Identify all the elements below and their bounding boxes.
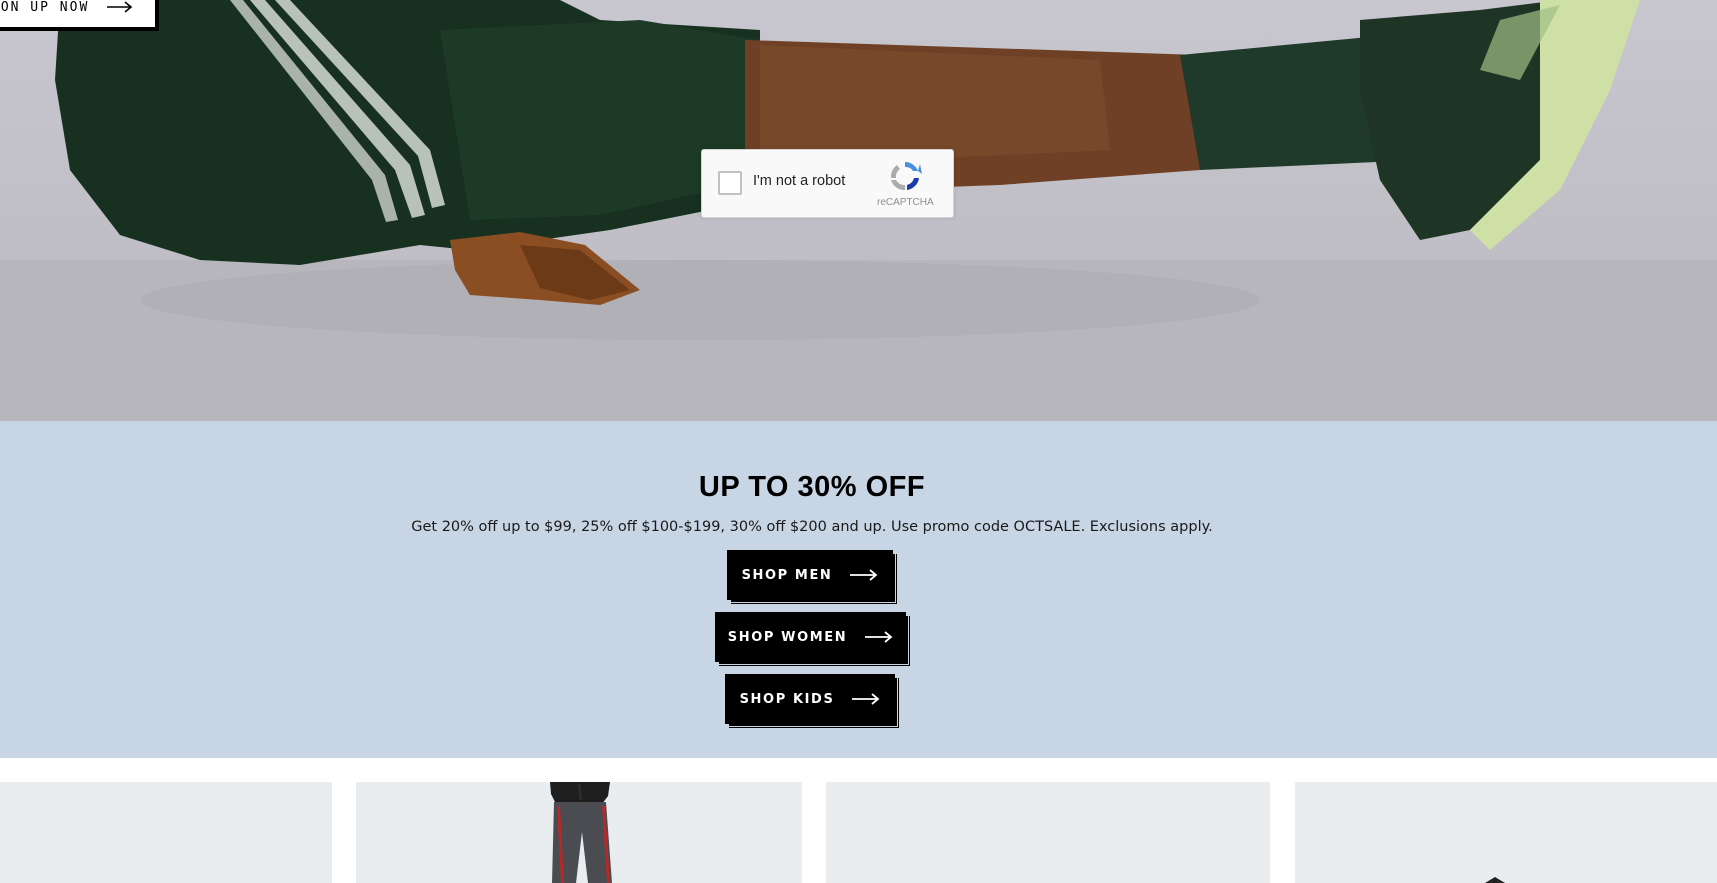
product-card[interactable] [0, 782, 332, 883]
product-image [1485, 877, 1505, 883]
promo-title: UP TO 30% OFF [698, 471, 926, 503]
product-card[interactable] [356, 782, 802, 883]
arrow-right-icon [852, 693, 880, 705]
arrow-right-icon [107, 1, 133, 13]
product-image [550, 782, 612, 883]
shop-women-button[interactable]: SHOP WOMEN [715, 612, 906, 662]
recaptcha-checkbox[interactable] [718, 171, 742, 195]
recaptcha-widget: I'm not a robot reCAPTCHA [701, 149, 954, 218]
promo-description: Get 20% off up to $99, 25% off $100-$199… [411, 519, 1213, 535]
promo-section: UP TO 30% OFF Get 20% off up to $99, 25%… [0, 421, 1717, 758]
shop-men-label: SHOP MEN [741, 567, 833, 583]
shop-kids-button[interactable]: SHOP KIDS [725, 674, 895, 724]
shop-women-label: SHOP WOMEN [727, 629, 848, 645]
hero-cta-label: ION UP NOW [0, 0, 90, 15]
hero-cta-button[interactable]: ION UP NOW [0, 0, 157, 28]
product-card[interactable] [826, 782, 1270, 883]
shop-kids-label: SHOP KIDS [739, 691, 835, 707]
product-card[interactable] [1295, 782, 1717, 883]
hero-banner: ION UP NOW I'm not a robot reCAPTCHA [0, 0, 1717, 421]
recaptcha-logo-icon [891, 162, 922, 191]
recaptcha-brand: reCAPTCHA [877, 197, 934, 208]
recaptcha-label: I'm not a robot [753, 173, 846, 189]
arrow-right-icon [850, 569, 878, 581]
arrow-right-icon [865, 631, 893, 643]
shop-men-button[interactable]: SHOP MEN [727, 550, 893, 600]
